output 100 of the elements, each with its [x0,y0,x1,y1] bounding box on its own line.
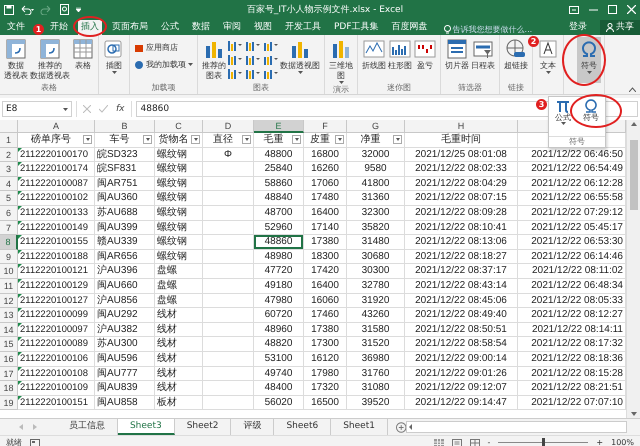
ribbon-button[interactable]: 推荐的 数据透视表 [29,37,71,81]
menu-item[interactable]: 公式 [555,99,571,125]
normal-view-icon[interactable] [434,438,444,446]
column-header[interactable]: E [254,120,304,133]
ribbon-button[interactable]: 数据透视图 [279,37,321,75]
insert-function-button[interactable]: fx [116,104,124,114]
ribbon-button[interactable]: 三维地 图 [328,37,354,85]
chart-type-icon[interactable] [245,39,261,51]
row-header[interactable]: 16 [0,352,18,366]
add-sheet-icon[interactable] [396,422,406,432]
sign-in-link[interactable]: 登录 [563,20,593,35]
column-header[interactable]: H [405,120,518,133]
horizontal-scrollbar[interactable] [406,421,627,433]
chart-type-icon[interactable] [263,67,279,79]
ribbon-tab[interactable]: 文件 [4,20,28,35]
page-break-icon[interactable] [470,438,480,446]
column-header[interactable]: F [304,120,347,133]
chart-type-icon[interactable] [227,67,243,79]
row-header[interactable]: 15 [0,337,18,352]
row-header[interactable]: 6 [0,206,18,221]
row-header[interactable]: 12 [0,294,18,308]
filter-button[interactable] [242,135,251,144]
ribbon-tab[interactable]: 开发工具 [282,20,324,35]
ribbon-button[interactable]: 折线图 [361,37,387,71]
filter-button[interactable] [393,135,402,144]
customize-icon[interactable] [76,7,81,12]
chart-type-icon[interactable] [263,39,279,51]
column-header[interactable]: A [18,120,95,133]
check-icon[interactable] [99,105,108,113]
ribbon-tab[interactable]: 百度网盘 [388,20,431,35]
row-header[interactable]: 5 [0,191,18,206]
ribbon-button[interactable]: 切片器 [444,37,470,71]
page-layout-icon[interactable] [452,438,462,446]
row-header[interactable]: 8 [0,235,18,250]
scroll-up-icon[interactable] [630,122,636,126]
sheet-tab[interactable]: Sheet3 [118,419,175,435]
ribbon-tab[interactable]: 开始 [47,20,71,35]
ribbon-button[interactable]: 我的加载项 [133,58,194,71]
ribbon-button[interactable]: 插图 [102,37,126,75]
ribbon-button[interactable]: 柱形图 [387,37,413,71]
ribbon-button[interactable]: 表格 [71,37,95,71]
maximize-icon[interactable] [608,5,617,14]
zoom-out-button[interactable]: - [488,438,490,446]
scroll-down-icon[interactable] [630,412,636,416]
ribbon-tab[interactable]: 页面布局 [109,20,151,35]
undo-icon[interactable] [20,4,34,14]
ribbon-button[interactable]: 数据 透视表 [3,37,29,81]
filter-button[interactable] [335,135,344,144]
zoom-slider-thumb[interactable] [542,438,546,446]
ribbon-options-icon[interactable] [569,6,579,14]
row-header[interactable]: 18 [0,381,18,396]
row-header[interactable]: 9 [0,250,18,264]
chart-type-icon[interactable] [227,53,243,65]
row-header[interactable]: 1 [0,133,18,148]
chart-type-icon[interactable] [227,39,243,51]
filter-button[interactable] [83,135,92,144]
ribbon-tab[interactable]: 数据 [189,20,213,35]
column-header[interactable]: D [203,120,254,133]
row-header[interactable]: 11 [0,278,18,294]
filter-button[interactable] [191,135,200,144]
filter-button[interactable] [292,135,301,144]
chart-type-icon[interactable] [245,67,261,79]
row-header[interactable]: 19 [0,396,18,410]
ribbon-button[interactable]: 推荐的 图表 [201,37,227,81]
name-box[interactable]: E8 [2,101,72,117]
macro-record-icon[interactable] [30,438,40,446]
zoom-in-button[interactable]: + [596,438,604,446]
close-icon[interactable] [627,5,636,14]
vertical-scrollbar[interactable] [626,120,640,418]
scroll-thumb[interactable] [630,140,638,210]
row-header[interactable]: 17 [0,366,18,382]
ribbon-tab[interactable]: 视图 [251,20,275,35]
ribbon-tab[interactable]: 插入 [78,20,102,35]
share-button[interactable]: 共享 [600,20,640,35]
ribbon-button[interactable]: 日程表 [470,37,496,71]
row-header[interactable]: 3 [0,162,18,177]
row-header[interactable]: 13 [0,308,18,323]
column-header[interactable]: C [155,120,203,133]
chart-type-icon[interactable] [245,53,261,65]
ribbon-button[interactable]: 盈亏 [413,37,437,71]
ribbon-button[interactable]: 文本 [536,37,560,75]
row-header[interactable]: 4 [0,176,18,192]
ribbon-tab[interactable]: 审阅 [220,20,244,35]
ribbon-tab[interactable]: PDF工具集 [331,20,382,35]
ribbon-button[interactable]: 超链接 [503,37,529,71]
row-header[interactable]: 14 [0,322,18,338]
ribbon-button[interactable]: 符号 [577,37,601,83]
row-header[interactable]: 2 [0,148,18,162]
tell-me-field[interactable]: 告诉我您想要做什么... [444,24,532,35]
row-header[interactable]: 10 [0,264,18,279]
row-header[interactable]: 7 [0,220,18,236]
ribbon-tab[interactable]: 公式 [158,20,182,35]
zoom-level[interactable]: 100% [611,438,634,446]
chart-type-icon[interactable] [263,53,279,65]
print-preview-icon[interactable] [60,4,70,15]
ribbon-button[interactable]: 应用商店 [133,41,194,54]
column-header[interactable]: B [95,120,155,133]
save-icon[interactable] [4,4,14,14]
filter-button[interactable] [143,135,152,144]
column-header[interactable]: G [347,120,405,133]
